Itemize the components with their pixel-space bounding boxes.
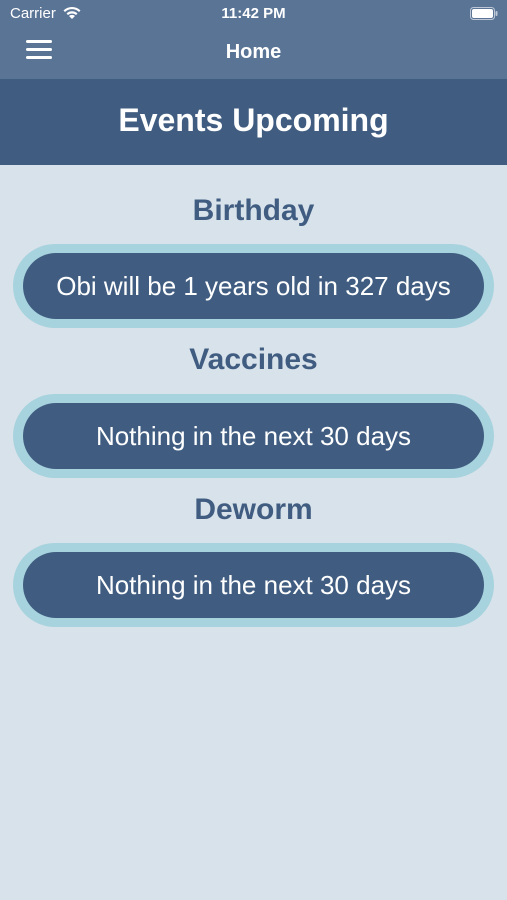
section-title-vaccines: Vaccines <box>189 343 318 376</box>
status-bar: Carrier 11:42 PM <box>0 0 507 28</box>
nav-bar: Home <box>0 28 507 79</box>
deworm-message: Nothing in the next 30 days <box>23 552 484 618</box>
page-title: Events Upcoming <box>118 102 389 138</box>
birthday-card[interactable]: Obi will be 1 years old in 327 days <box>13 244 494 328</box>
status-time: 11:42 PM <box>221 5 286 22</box>
vaccines-message: Nothing in the next 30 days <box>23 403 484 469</box>
birthday-message: Obi will be 1 years old in 327 days <box>23 253 484 319</box>
events-header: Events Upcoming <box>0 79 507 165</box>
nav-title: Home <box>225 41 282 63</box>
vaccines-card[interactable]: Nothing in the next 30 days <box>13 394 494 478</box>
section-title-deworm: Deworm <box>194 493 313 526</box>
section-title-birthday: Birthday <box>192 194 315 227</box>
deworm-card[interactable]: Nothing in the next 30 days <box>13 543 494 627</box>
battery-icon <box>470 7 498 20</box>
top-bar: Carrier 11:42 PM Home <box>0 0 507 79</box>
